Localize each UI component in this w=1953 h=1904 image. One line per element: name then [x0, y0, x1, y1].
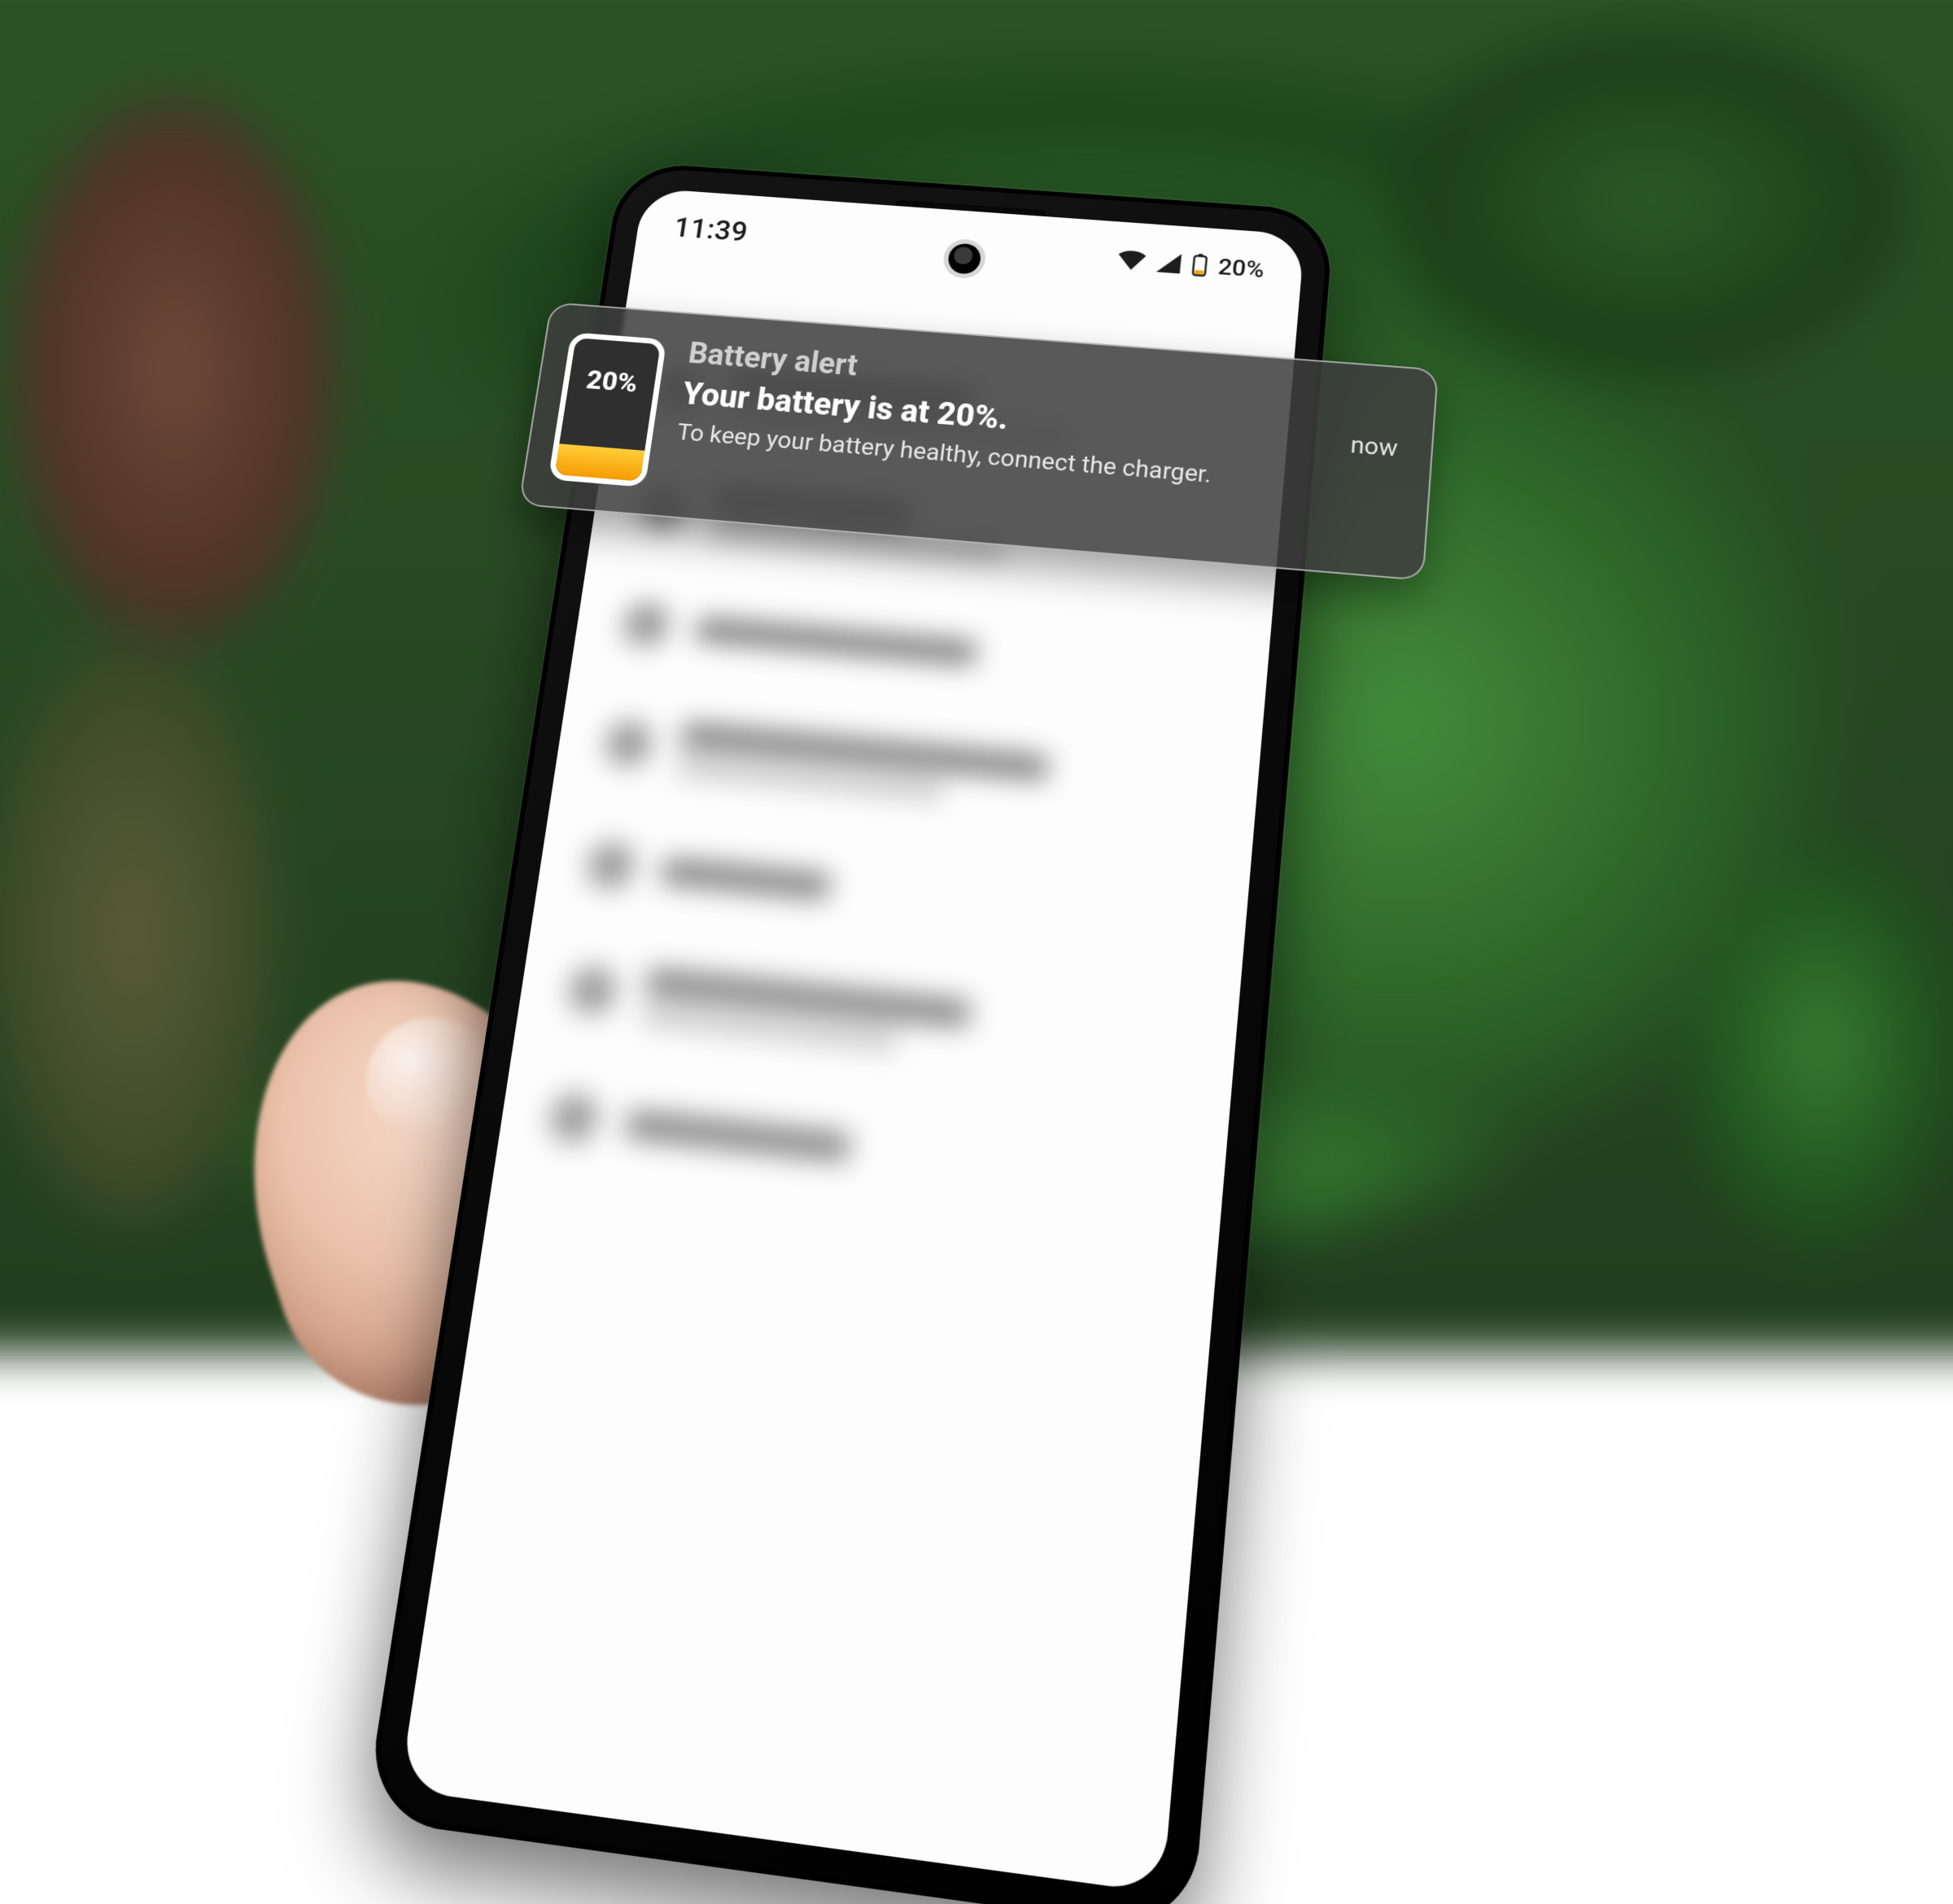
status-right-cluster: 20% [1116, 247, 1265, 283]
wifi-icon [1117, 250, 1147, 271]
battery-icon: 20% [548, 332, 666, 487]
signal-icon [1156, 252, 1182, 273]
battery-icon-fill [554, 444, 644, 482]
status-time: 11:39 [672, 212, 750, 248]
status-battery-label: 20% [1217, 253, 1265, 283]
battery-status-icon [1191, 253, 1208, 277]
notification-timestamp: now [1349, 431, 1398, 462]
battery-icon-percent: 20% [567, 364, 657, 400]
